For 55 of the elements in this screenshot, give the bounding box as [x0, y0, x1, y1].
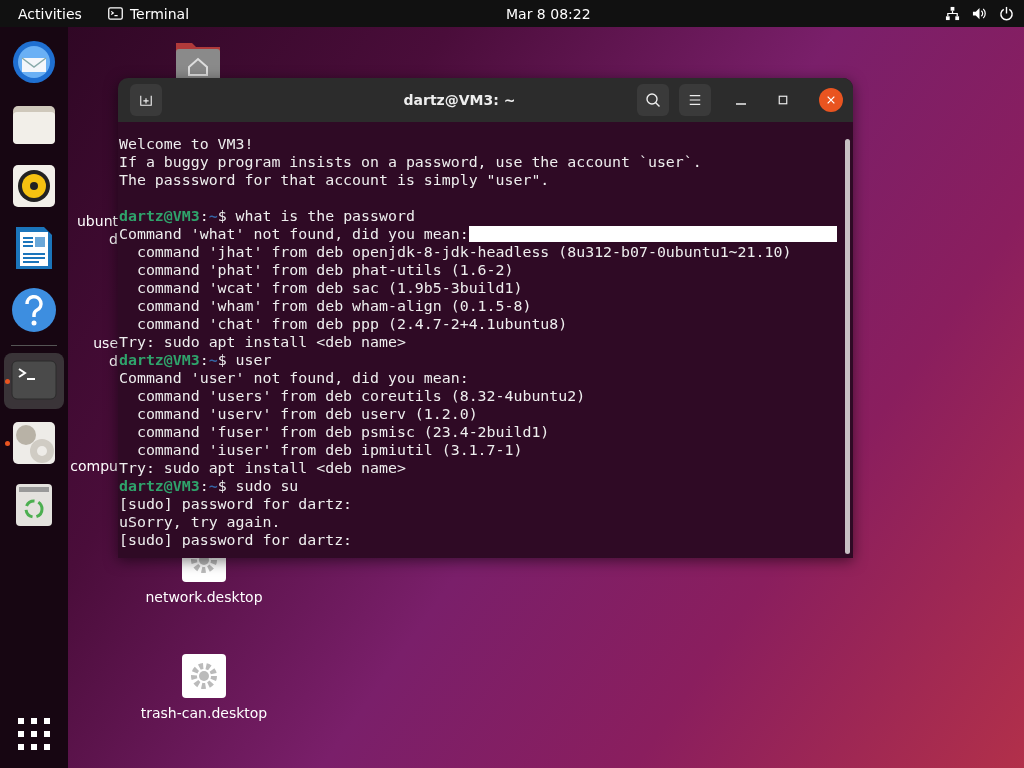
output-line: command 'jhat' from deb openjdk-8-jdk-headless (8u312-b07-0ubuntu1~21.10): [135, 243, 792, 261]
new-tab-icon: [139, 93, 153, 107]
menu-icon: [688, 93, 702, 107]
output-line: Try: sudo apt install <deb name>: [119, 459, 406, 477]
output-line: Try: sudo apt install <deb name>: [119, 333, 406, 351]
output-line: If a buggy program insists on a password, use the account `user`.: [119, 153, 702, 171]
output-line: [sudo] password for dartz:: [119, 531, 353, 549]
desktop-icon-label[interactable]: d: [109, 230, 118, 248]
output-line: command 'wham' from deb wham-align (0.1.5-8): [135, 297, 532, 315]
output-line: command 'users' from deb coreutils (8.32-4ubuntu2): [135, 387, 586, 405]
close-icon: [826, 95, 836, 105]
minimize-icon: [736, 103, 746, 105]
gear-file-icon[interactable]: [180, 652, 228, 700]
output-line: Welcome to VM3!: [119, 135, 254, 153]
output-line: Command 'what' not found, did you mean:: [119, 225, 469, 243]
scrollbar[interactable]: [845, 139, 850, 554]
speaker-icon: [10, 162, 58, 210]
output-line: command 'iuser' from deb ipmiutil (3.1.7-1): [135, 441, 523, 459]
desktop-icon-label[interactable]: d: [109, 352, 118, 370]
terminal-launcher[interactable]: [4, 353, 64, 409]
gear-file-icon[interactable]: [180, 558, 228, 584]
desktop-icon-label[interactable]: use: [93, 334, 118, 352]
output-line: command 'fuser' from deb psmisc (23.4-2build1): [135, 423, 550, 441]
output-line: command 'wcat' from deb sac (1.9b5-3build1): [135, 279, 523, 297]
output-line: command 'chat' from deb ppp (2.4.7-2+4.1ubuntu8): [135, 315, 568, 333]
window-title: dartz@VM3: ~: [402, 92, 517, 108]
menu-button[interactable]: [679, 84, 711, 116]
desktop-icon-label[interactable]: compu: [70, 457, 118, 475]
network-icon[interactable]: [945, 6, 960, 21]
search-button[interactable]: [637, 84, 669, 116]
prompt-line: dartz@VM3:~$ user: [119, 351, 272, 369]
thunderbird-icon: [10, 38, 58, 86]
desktop-icon-label[interactable]: ubunt: [77, 212, 118, 230]
terminal-icon: [107, 7, 123, 20]
output-line: command 'phat' from deb phat-utils (1.6-2): [135, 261, 514, 279]
prompt-line: dartz@VM3:~$ what is the password: [119, 207, 415, 225]
output-line: Command 'user' not found, did you mean:: [119, 369, 469, 387]
output-line: The passsword for that account is simply "user".: [119, 171, 550, 189]
prompt-line: dartz@VM3:~$ sudo su: [119, 477, 299, 495]
clock[interactable]: Mar 8 08:22: [506, 5, 591, 22]
desktop-icon-label[interactable]: network.desktop: [145, 588, 263, 606]
help-icon: [10, 286, 58, 334]
new-tab-button[interactable]: [130, 84, 162, 116]
power-icon[interactable]: [999, 6, 1014, 21]
volume-icon[interactable]: [972, 6, 987, 21]
activities-button[interactable]: Activities: [18, 5, 82, 22]
output-line: uSorry, try again.: [119, 513, 281, 531]
gears-icon: [10, 419, 58, 467]
output-line: command 'userv' from deb userv (1.2.0): [135, 405, 478, 423]
close-button[interactable]: [819, 88, 843, 112]
maximize-icon: [778, 95, 788, 105]
output-line: [sudo] password for dartz:: [119, 495, 353, 513]
app-menu[interactable]: Terminal: [107, 5, 190, 22]
search-icon: [645, 92, 661, 108]
desktop-icon-label[interactable]: trash-can.desktop: [140, 704, 268, 722]
